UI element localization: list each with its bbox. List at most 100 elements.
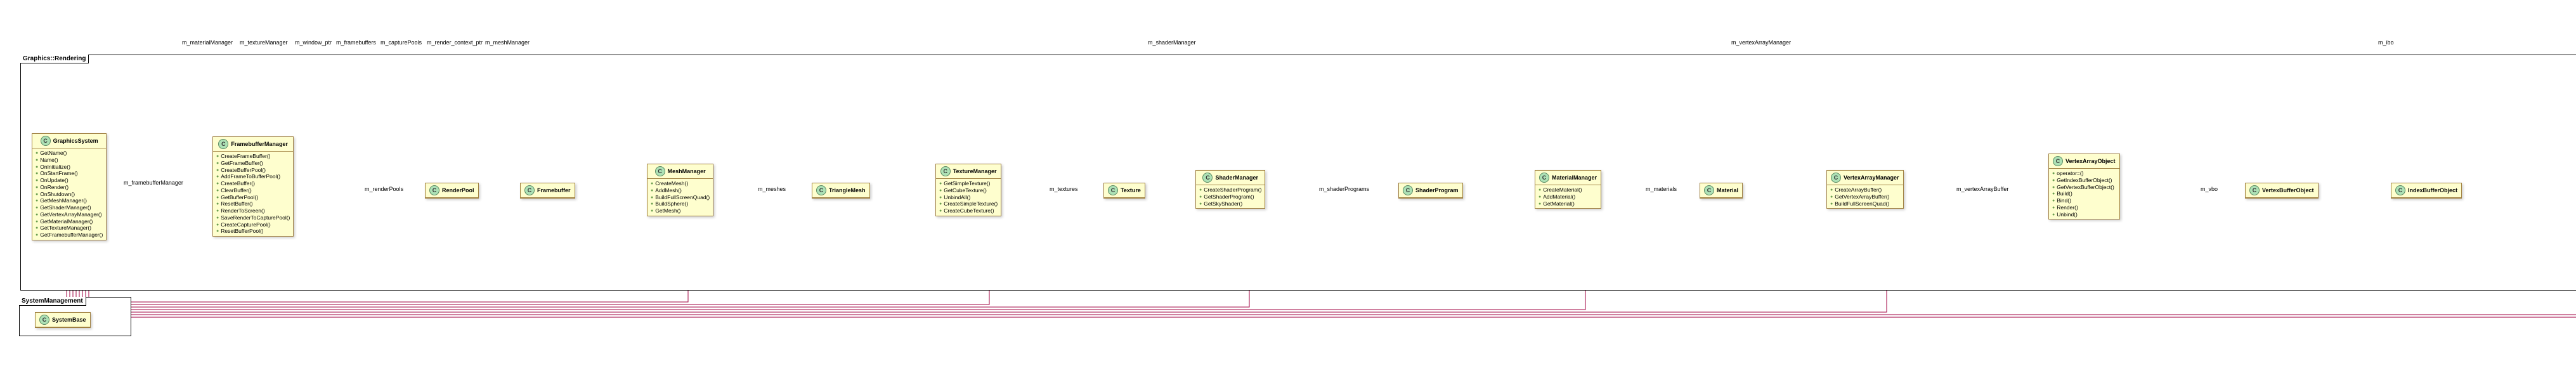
class-icon: C xyxy=(39,315,49,325)
class-framebuffer-manager[interactable]: CFramebufferManagerCreateFrameBuffer()Ge… xyxy=(212,136,294,237)
class-shader-program[interactable]: CShaderProgram xyxy=(1398,183,1463,199)
edge-label: m_renderPools xyxy=(365,186,403,192)
top-association-label: m_materialManager xyxy=(182,39,233,46)
class-method: CreateFrameBuffer() xyxy=(216,153,290,160)
class-name-label: VertexArrayManager xyxy=(1844,174,1899,181)
top-association-label: m_ibo xyxy=(2378,39,2394,46)
class-method: GetCubeTexture() xyxy=(939,187,998,194)
class-method: CreateMesh() xyxy=(650,180,710,187)
class-method: Bind() xyxy=(2052,197,2117,204)
class-name-label: VertexBufferObject xyxy=(2262,187,2314,193)
class-icon: C xyxy=(41,136,51,146)
class-method: OnUpdate() xyxy=(35,177,103,184)
class-icon: C xyxy=(429,185,439,195)
class-name-label: VertexArrayObject xyxy=(2065,158,2116,164)
class-name-label: MeshManager xyxy=(668,168,706,174)
class-vertex-buffer-object[interactable]: CVertexBufferObject xyxy=(2245,183,2319,199)
class-method: CreateBuffer() xyxy=(216,180,290,187)
class-framebuffer[interactable]: CFramebuffer xyxy=(520,183,575,199)
class-name-label: MaterialManager xyxy=(1552,174,1597,181)
top-association-label: m_render_context_ptr xyxy=(427,39,483,46)
class-method: CreateShaderProgram() xyxy=(1199,187,1262,193)
class-icon: C xyxy=(2053,156,2063,166)
top-association-label: m_vertexArrayManager xyxy=(1731,39,1791,46)
class-method: CreateBufferPool() xyxy=(216,167,290,174)
class-icon: C xyxy=(2395,185,2405,195)
edge-label: m_meshes xyxy=(758,186,786,192)
class-method: GetMesh() xyxy=(650,207,710,214)
class-method: AddMaterial() xyxy=(1538,193,1598,200)
class-texture[interactable]: CTexture xyxy=(1103,183,1145,199)
class-method: GetIndexBufferObject() xyxy=(2052,177,2117,184)
class-method: CreateCubeTexture() xyxy=(939,207,998,214)
class-method: UnbindAll() xyxy=(939,194,998,201)
class-render-pool[interactable]: CRenderPool xyxy=(425,183,479,199)
edge-label: m_vbo xyxy=(2201,186,2218,192)
top-association-label: m_framebuffers xyxy=(336,39,376,46)
class-graphics-system[interactable]: CGraphicsSystemGetName()Name()OnInitiali… xyxy=(32,133,107,240)
class-texture-manager[interactable]: CTextureManagerGetSimpleTexture()GetCube… xyxy=(935,164,1001,216)
class-icon: C xyxy=(1539,173,1549,183)
class-icon: C xyxy=(1831,173,1841,183)
container-graphics-rendering: Graphics::Rendering xyxy=(20,55,2576,291)
class-name-label: RenderPool xyxy=(442,187,474,193)
class-name-label: FramebufferManager xyxy=(231,141,288,147)
class-mesh-manager[interactable]: CMeshManagerCreateMesh()AddMesh()BuildFu… xyxy=(647,164,713,216)
class-method: operator=() xyxy=(2052,170,2117,177)
class-material[interactable]: CMaterial xyxy=(1700,183,1743,199)
class-method: CreateMaterial() xyxy=(1538,187,1598,193)
class-method: GetBufferPool() xyxy=(216,194,290,201)
edge-label: m_framebufferManager xyxy=(124,180,183,186)
class-method: GetName() xyxy=(35,150,103,157)
class-method: ResetBuffer() xyxy=(216,200,290,207)
class-method: CreateSimpleTexture() xyxy=(939,200,998,207)
edge-label: m_materials xyxy=(1646,186,1677,192)
class-material-manager[interactable]: CMaterialManager CreateMaterial()AddMater… xyxy=(1535,170,1601,209)
class-icon: C xyxy=(1704,185,1714,195)
class-icon: C xyxy=(940,166,951,176)
class-method: Name() xyxy=(35,157,103,164)
class-method: BuildFullScreenQuad() xyxy=(1830,200,1901,207)
class-method: CreateCapturePool() xyxy=(216,221,290,228)
class-method: BuildSphere() xyxy=(650,200,710,207)
top-association-label: m_textureManager xyxy=(240,39,288,46)
class-method: OnShutdown() xyxy=(35,191,103,198)
class-icon: C xyxy=(1202,173,1213,183)
class-method: GetFrameBuffer() xyxy=(216,160,290,167)
class-method: GetSkyShader() xyxy=(1199,200,1262,207)
class-method: GetMaterial() xyxy=(1538,200,1598,207)
class-method: OnStartFrame() xyxy=(35,170,103,177)
class-name-label: SystemBase xyxy=(52,317,86,323)
top-association-label: m_meshManager xyxy=(485,39,530,46)
top-association-label: m_shaderManager xyxy=(1148,39,1196,46)
class-triangle-mesh[interactable]: CTriangleMesh xyxy=(812,183,870,199)
class-method: Render() xyxy=(2052,204,2117,211)
class-system-base[interactable]: CSystemBase xyxy=(35,312,91,328)
class-name-label: Material xyxy=(1717,187,1738,193)
class-index-buffer-object[interactable]: CIndexBufferObject xyxy=(2391,183,2462,199)
class-method: OnRender() xyxy=(35,184,103,191)
top-association-label: m_window_ptr xyxy=(295,39,332,46)
class-method: GetShaderManager() xyxy=(35,204,103,211)
class-method: GetVertexArrayManager() xyxy=(35,211,103,218)
class-name-label: ShaderProgram xyxy=(1415,187,1459,193)
container-label: Graphics::Rendering xyxy=(20,55,89,63)
class-name-label: GraphicsSystem xyxy=(53,138,98,144)
class-method: Unbind() xyxy=(2052,211,2117,218)
class-vertex-array-manager[interactable]: CVertexArrayManagerCreateArrayBuffer()Ge… xyxy=(1826,170,1904,209)
class-method: GetMeshManager() xyxy=(35,197,103,204)
edge-label: m_textures xyxy=(1050,186,1078,192)
class-method: GetShaderProgram() xyxy=(1199,193,1262,200)
class-method: ResetBufferPool() xyxy=(216,228,290,235)
class-shader-manager[interactable]: CShaderManagerCreateShaderProgram()GetSh… xyxy=(1195,170,1265,209)
class-method: GetVertexBufferObject() xyxy=(2052,184,2117,191)
class-method: GetFramebufferManager() xyxy=(35,232,103,239)
class-method: GetVertexArrayBuffer() xyxy=(1830,193,1901,200)
class-icon: C xyxy=(655,166,665,176)
container-label: SystemManagement xyxy=(19,297,86,306)
class-name-label: TriangleMesh xyxy=(829,187,866,193)
edge-label: m_shaderPrograms xyxy=(1319,186,1369,192)
class-method: GetSimpleTexture() xyxy=(939,180,998,187)
edge-label: m_vertexArrayBuffer xyxy=(1956,186,2008,192)
class-vertex-array-object[interactable]: CVertexArrayObject operator=()GetIndexBuf… xyxy=(2048,154,2120,219)
